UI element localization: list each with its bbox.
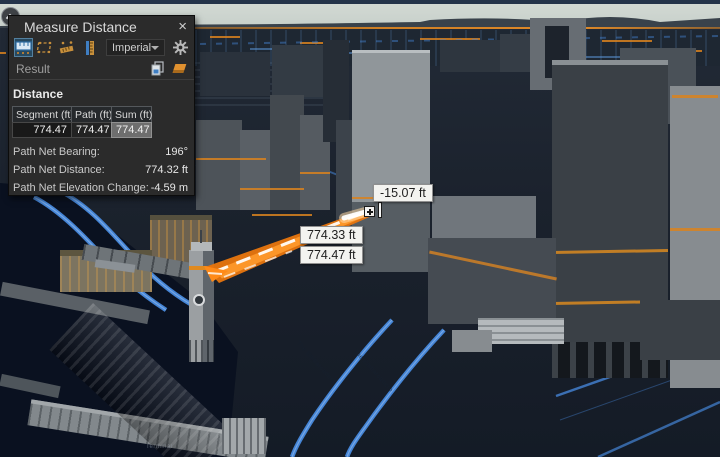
clock-tower-arches — [189, 340, 214, 362]
value-path: 774.47 — [71, 122, 112, 138]
building-orange-contour — [252, 214, 312, 216]
measure-table: Segment (ft) Path (ft) Sum (ft) 774.47 7… — [12, 106, 153, 138]
chevron-down-icon — [151, 45, 160, 50]
stat-value: 774.32 ft — [145, 164, 188, 176]
tooltip-path-length: 774.33 ft — [300, 226, 363, 244]
stat-label: Path Net Bearing: — [13, 146, 100, 158]
measure-vertical-icon — [85, 40, 94, 55]
stat-value: 196° — [165, 146, 188, 158]
settings-gear-button[interactable] — [171, 39, 189, 57]
measure-distance-icon — [15, 41, 32, 54]
ferry-building-gable — [222, 418, 266, 454]
stat-label: Path Net Distance: — [13, 164, 105, 176]
stat-row-bearing: Path Net Bearing: 196° — [9, 143, 194, 161]
close-button[interactable]: × — [178, 19, 187, 34]
building-orange-contour — [300, 172, 330, 174]
measure-table-value-row: 774.47 774.47 774.47 — [12, 122, 153, 138]
stat-value: -4.59 m — [150, 182, 188, 194]
clock-tower-orange-band — [189, 266, 214, 270]
copy-result-button[interactable] — [149, 60, 167, 77]
measure-panel: Measure Distance × Imperial Result Dista… — [8, 15, 195, 196]
clear-results-button[interactable] — [170, 60, 188, 77]
result-label: Result — [16, 61, 51, 76]
measure-cursor-icon — [364, 202, 386, 222]
cursor-ibar — [378, 202, 382, 218]
tooltip-sum-length: 774.47 ft — [300, 246, 363, 264]
eraser-icon — [172, 64, 187, 73]
street-label-terminal: Terminal — [146, 444, 173, 450]
tool-measure-area-button[interactable] — [36, 38, 55, 57]
road-centerline — [291, 319, 445, 457]
value-segment: 774.47 — [12, 122, 72, 138]
building-tower — [240, 130, 274, 210]
distance-heading: Distance — [13, 87, 64, 101]
header-sum: Sum (ft) — [111, 106, 152, 123]
distant-building — [200, 52, 270, 96]
header-path: Path (ft) — [71, 106, 112, 123]
header-segment: Segment (ft) — [12, 106, 74, 123]
distant-building — [440, 40, 500, 72]
panel-title: Measure Distance — [24, 18, 137, 35]
building-tower — [196, 120, 242, 210]
road-embarcadero-south — [289, 318, 446, 457]
clock-tower-spire — [200, 230, 202, 243]
plaza-structure — [452, 330, 492, 352]
distant-building — [272, 45, 327, 97]
stat-row-distance: Path Net Distance: 774.32 ft — [9, 161, 194, 179]
building-orange-contour — [670, 228, 720, 231]
clock-tower-cupola — [191, 242, 212, 251]
measure-area-icon — [37, 41, 52, 54]
clock-face — [193, 294, 205, 306]
building-light-tower — [352, 50, 430, 202]
measure-features-icon — [59, 41, 74, 54]
gear-icon — [172, 40, 188, 55]
result-row: Result — [9, 58, 194, 80]
copy-result-icon — [151, 61, 164, 76]
building-orange-contour — [672, 95, 718, 98]
tool-measure-distance-button[interactable] — [14, 38, 33, 57]
tool-measure-features-button[interactable] — [58, 38, 77, 57]
building-orange-contour — [240, 188, 304, 190]
tooltip-elevation-delta: -15.07 ft — [373, 184, 433, 202]
building-orange-contour — [196, 158, 266, 160]
measure-table-header-row: Segment (ft) Path (ft) Sum (ft) — [12, 106, 153, 123]
cursor-plus-box — [364, 206, 375, 217]
tool-measure-vertical-button[interactable] — [80, 38, 99, 57]
right-low-complex — [640, 300, 720, 360]
terraced-building — [428, 238, 556, 324]
value-sum: 774.47 — [111, 122, 152, 138]
units-dropdown[interactable]: Imperial — [106, 39, 166, 56]
clock-tower — [189, 230, 214, 362]
units-dropdown-value: Imperial — [112, 41, 152, 54]
panel-toolbar: Imperial — [9, 37, 194, 58]
stat-label: Path Net Elevation Change: — [13, 182, 149, 194]
panel-titlebar[interactable]: Measure Distance × — [9, 16, 194, 37]
terrace-slab — [432, 196, 536, 240]
building-tower — [270, 95, 304, 210]
stat-row-elevation: Path Net Elevation Change: -4.59 m — [9, 179, 194, 197]
map-viewport[interactable]: The Embarcadero The Embarcadero Terminal… — [0, 0, 720, 457]
